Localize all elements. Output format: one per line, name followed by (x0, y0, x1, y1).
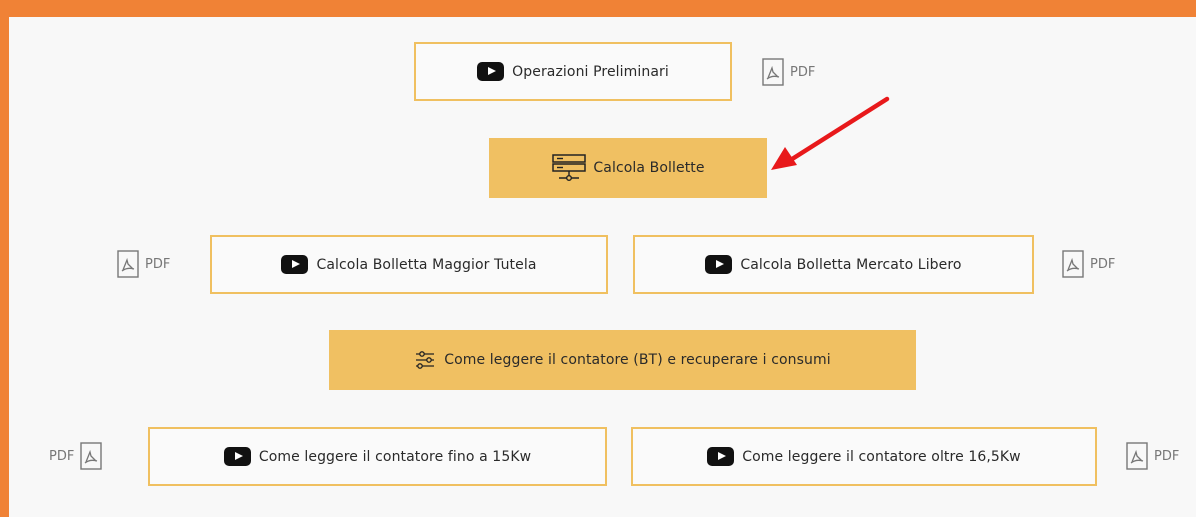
pdf-label: PDF (1090, 256, 1116, 272)
pdf-link-fino-15kw[interactable]: PDF (49, 442, 103, 470)
oltre-16kw-button[interactable]: Come leggere il contatore oltre 16,5Kw (631, 427, 1097, 486)
come-leggere-contatore-label: Come leggere il contatore (BT) e recuper… (444, 352, 831, 368)
operazioni-preliminari-button[interactable]: Operazioni Preliminari (414, 42, 732, 101)
pdf-link-operazioni[interactable]: PDF (762, 58, 821, 86)
fino-15kw-label: Come leggere il contatore fino a 15Kw (258, 448, 532, 465)
red-arrow-annotation (771, 96, 890, 170)
pdf-file-icon (80, 442, 103, 470)
youtube-play-icon (223, 447, 251, 466)
mercato-libero-label: Calcola Bolletta Mercato Libero (740, 256, 962, 273)
maggior-tutela-button[interactable]: Calcola Bolletta Maggior Tutela (210, 235, 608, 294)
maggior-tutela-label: Calcola Bolletta Maggior Tutela (316, 256, 537, 273)
fino-15kw-button[interactable]: Come leggere il contatore fino a 15Kw (148, 427, 607, 486)
pdf-label: PDF (145, 256, 171, 272)
pdf-file-icon (1062, 250, 1084, 278)
server-icon (552, 154, 587, 182)
calcola-bollette-label: Calcola Bollette (593, 160, 705, 176)
calcola-bollette-button[interactable]: Calcola Bollette (489, 138, 767, 198)
pdf-link-oltre-16kw[interactable]: PDF (1126, 442, 1185, 470)
youtube-play-icon (705, 255, 733, 274)
youtube-play-icon (707, 447, 735, 466)
operazioni-preliminari-label: Operazioni Preliminari (512, 63, 669, 80)
pdf-label: PDF (49, 448, 75, 464)
pdf-link-maggior-tutela[interactable]: PDF (117, 250, 176, 278)
come-leggere-contatore-button[interactable]: Come leggere il contatore (BT) e recuper… (329, 330, 916, 390)
sliders-icon (416, 351, 435, 369)
pdf-file-icon (117, 250, 139, 278)
youtube-play-icon (477, 62, 505, 81)
pdf-label: PDF (790, 64, 816, 80)
pdf-link-mercato-libero[interactable]: PDF (1062, 250, 1121, 278)
pdf-label: PDF (1154, 448, 1180, 464)
pdf-file-icon (762, 58, 784, 86)
youtube-play-icon (281, 255, 309, 274)
oltre-16kw-label: Come leggere il contatore oltre 16,5Kw (742, 448, 1021, 465)
mercato-libero-button[interactable]: Calcola Bolletta Mercato Libero (633, 235, 1034, 294)
pdf-file-icon (1126, 442, 1148, 470)
